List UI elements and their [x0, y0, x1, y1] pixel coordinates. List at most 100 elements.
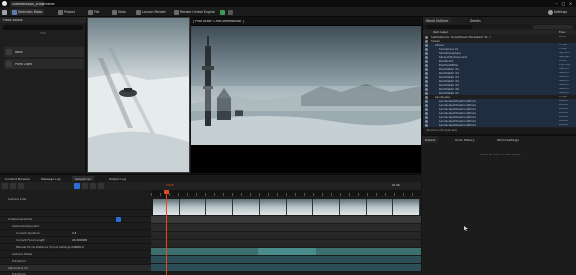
lane-sphere-transform[interactable] — [151, 264, 421, 271]
render-icon — [174, 9, 179, 15]
track-row[interactable]: Transform — [0, 271, 151, 275]
launch-render-button[interactable]: Launch Render — [136, 9, 166, 15]
place-item-label: Point Light — [15, 62, 32, 66]
camera-shake-section[interactable] — [258, 248, 316, 255]
outliner-item-label: Landscape — [435, 95, 451, 99]
outliner-search-input[interactable] — [427, 24, 472, 29]
ruler-tick — [241, 193, 242, 196]
ruler-tick — [322, 193, 323, 196]
place-actors-panel: Place Actors Note Point Light — [0, 17, 86, 172]
add-track-plus-icon[interactable] — [116, 217, 121, 222]
playhead[interactable] — [166, 190, 167, 275]
track-row[interactable]: Current Focal Length 24.000000 — [0, 237, 151, 244]
camera-label: [ Pilot Actor: CineCameraActor ] — [193, 19, 244, 23]
view-menu[interactable]: View — [112, 9, 126, 15]
camera-cuts-thumbnails[interactable] — [153, 199, 421, 215]
track-value[interactable]: 24.000000 — [72, 239, 87, 242]
ruler-tick — [394, 193, 395, 196]
save-button[interactable] — [2, 9, 7, 15]
tab-message-log[interactable]: Message Log — [38, 176, 63, 181]
stop-button[interactable] — [228, 9, 233, 15]
outliner-row[interactable]: LandscapeStreamingProxy Landsc — [423, 123, 576, 127]
mode-label: Selection Mode — [18, 10, 43, 14]
tab-label: Content Browser — [5, 177, 31, 181]
tab-details-panel[interactable]: Details — [422, 136, 439, 143]
mode-selector[interactable]: Selection Mode — [10, 9, 45, 15]
outliner-item-label: RockDetail_01 — [439, 67, 459, 71]
lane-aperture[interactable] — [151, 232, 421, 239]
outliner-item-type: Folder — [559, 95, 568, 98]
timeline-ruler[interactable] — [151, 190, 421, 196]
render-label: Render Unreal Engine — [180, 10, 215, 14]
ruler-tick — [223, 193, 224, 196]
track-row[interactable]: Camera Shake — [0, 251, 151, 258]
lane-camera-actor[interactable] — [151, 216, 421, 223]
tab-world-settings[interactable]: World Settings — [494, 136, 522, 143]
ruler-tick — [412, 193, 413, 196]
search-input[interactable] — [3, 25, 83, 30]
add-track-button[interactable] — [10, 183, 16, 189]
tab-label: Details — [425, 138, 436, 142]
perspective-viewport[interactable] — [87, 17, 190, 173]
tab-sequencer[interactable]: Sequencer — [72, 176, 95, 181]
track-label: Current Focal Length — [16, 239, 46, 242]
outliner-item-label: RockDetail_07 — [439, 91, 459, 95]
outliner-item-type: StaticM — [559, 71, 569, 74]
settings-button[interactable]: Settings — [548, 9, 567, 15]
tab-undo-history[interactable]: Undo History — [452, 136, 478, 143]
playhead-handle[interactable] — [164, 190, 169, 194]
sequencer-area: Content Browser Message Log Sequencer Ou… — [0, 174, 421, 275]
tab-details[interactable]: Details — [467, 17, 484, 23]
outliner-item-type: StaticM — [559, 83, 569, 86]
track-row[interactable]: Current Aperture 2.8 — [0, 230, 151, 237]
outliner-item-type: StaticM — [559, 75, 569, 78]
snap-button[interactable] — [82, 183, 88, 189]
outliner-filter-button[interactable] — [533, 24, 573, 29]
lane-focal-length[interactable] — [151, 240, 421, 247]
camera-lock-button[interactable] — [74, 183, 80, 189]
details-empty-hint: Select an object to view details — [480, 154, 521, 156]
ruler-tick — [187, 193, 188, 196]
ruler-tick — [196, 193, 197, 196]
lane-transform[interactable] — [151, 256, 421, 263]
visibility-eye-icon[interactable] — [425, 123, 428, 127]
world-outliner: World Outliner Details Item Label Type S… — [422, 17, 576, 133]
thumbnail-frame — [366, 199, 394, 215]
tab-world-outliner[interactable]: World Outliner — [423, 17, 452, 23]
track-value[interactable]: 2.8 — [72, 232, 76, 235]
tab-content-browser[interactable]: Content Browser — [2, 176, 33, 181]
track-row[interactable]: CameraComponent — [0, 223, 151, 230]
close-icon[interactable]: × — [568, 1, 573, 6]
panel-title: Place Actors — [3, 18, 23, 22]
outliner-item-label: Atmos — [435, 43, 444, 47]
track-row[interactable]: CineCameraActor — [0, 216, 151, 223]
outliner-item-type: Landsc — [559, 115, 569, 118]
main-toolbar: Selection Mode Project File View Launch … — [0, 7, 576, 17]
outliner-item-type: Landsc — [559, 99, 569, 102]
file-menu[interactable]: File — [88, 9, 99, 15]
view-label: View — [118, 10, 126, 14]
playback-options-button[interactable] — [98, 183, 104, 189]
ruler-tick — [331, 193, 332, 196]
outliner-item-type: ExpHFog — [559, 63, 571, 66]
maximize-icon[interactable]: □ — [561, 1, 566, 6]
track-row[interactable]: Transform — [0, 258, 151, 265]
track-row[interactable]: Manual Focus Distance (Focus Settings) 10… — [0, 244, 151, 251]
tab-output-log[interactable]: Output Log — [106, 176, 129, 181]
place-item-label: Note — [15, 50, 23, 54]
cinematic-viewport[interactable]: [ Pilot Actor: CineCameraActor ] — [191, 17, 421, 173]
minimize-icon[interactable]: – — [554, 1, 559, 6]
render-button[interactable]: Render Unreal Engine — [174, 9, 215, 15]
project-icon — [58, 9, 63, 15]
project-menu[interactable]: Project — [58, 9, 75, 15]
track-row[interactable]: Camera Cuts — [0, 190, 151, 210]
place-item-note[interactable]: Note — [4, 47, 84, 57]
ruler-tick — [367, 193, 368, 196]
render-movie-button[interactable] — [18, 183, 24, 189]
place-item-point-light[interactable]: Point Light — [4, 59, 84, 69]
curve-editor-button[interactable] — [90, 183, 96, 189]
save-sequence-button[interactable] — [2, 183, 8, 189]
lane-camera-component[interactable] — [151, 224, 421, 231]
track-value[interactable]: 10000.0 — [72, 246, 84, 249]
play-button[interactable] — [220, 9, 225, 15]
